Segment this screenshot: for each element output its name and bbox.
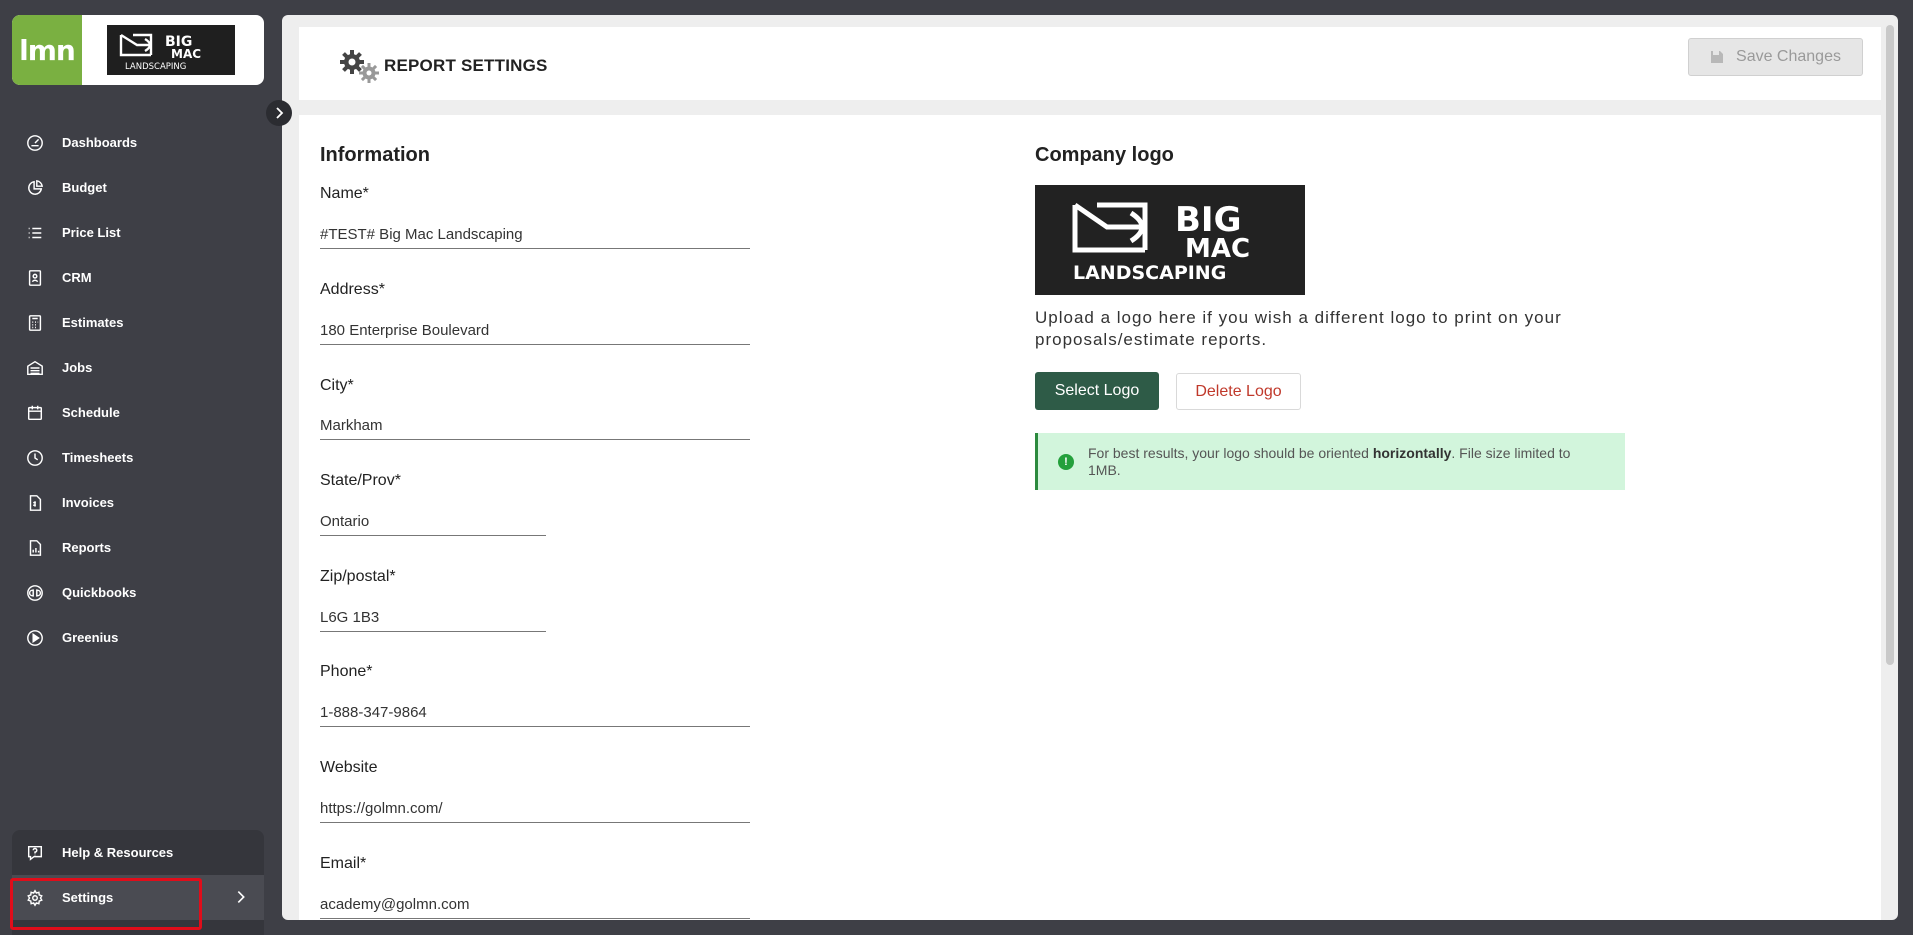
calendar-icon bbox=[26, 404, 44, 422]
report-icon bbox=[26, 539, 44, 557]
email-field[interactable] bbox=[320, 891, 750, 919]
sidebar-nav: Dashboards Budget Price List CRM Estimat… bbox=[0, 120, 264, 660]
sidebar-item-label: Settings bbox=[62, 890, 114, 905]
name-label: Name* bbox=[320, 185, 369, 202]
page-header: REPORT SETTINGS Save Changes bbox=[299, 27, 1881, 100]
logo-text-mac: MAC bbox=[1185, 234, 1250, 264]
client-logo-line-2: MAC bbox=[171, 47, 201, 61]
sidebar-item-label: CRM bbox=[62, 270, 92, 285]
chevron-right-icon bbox=[276, 107, 284, 119]
sidebar-item-label: Quickbooks bbox=[62, 585, 137, 600]
city-label: City* bbox=[320, 377, 354, 394]
lmn-logo: lmn bbox=[12, 15, 82, 85]
sidebar-item-label: Estimates bbox=[62, 315, 124, 330]
sidebar-item-label: Budget bbox=[62, 180, 107, 195]
sidebar-item-help[interactable]: Help & Resources bbox=[12, 830, 264, 875]
select-logo-label: Select Logo bbox=[1054, 382, 1140, 399]
logo-info-alert: ! For best results, your logo should be … bbox=[1035, 433, 1625, 490]
city-field[interactable] bbox=[320, 412, 750, 440]
sidebar-item-label: Jobs bbox=[62, 360, 93, 375]
garage-icon bbox=[26, 359, 44, 377]
alert-text-pre: For best results, your logo should be or… bbox=[1088, 444, 1373, 461]
sidebar-item-timesheets[interactable]: Timesheets bbox=[0, 435, 264, 480]
help-icon bbox=[26, 844, 44, 862]
main-panel: REPORT SETTINGS Save Changes Information… bbox=[282, 15, 1898, 920]
save-icon bbox=[1711, 51, 1724, 63]
sidebar-item-estimates[interactable]: Estimates bbox=[0, 300, 264, 345]
sidebar-item-label: Reports bbox=[62, 540, 112, 555]
client-logo: BIG MAC LANDSCAPING bbox=[107, 25, 235, 75]
company-logo-title: Company logo bbox=[1035, 144, 1174, 166]
calculator-icon bbox=[26, 314, 44, 332]
phone-label: Phone* bbox=[320, 663, 373, 680]
report-settings-form: Information Name* Address* City* State/P… bbox=[299, 115, 1881, 920]
list-icon bbox=[26, 224, 44, 242]
lmn-logo-text: lmn bbox=[19, 33, 76, 67]
page-title: REPORT SETTINGS bbox=[384, 56, 548, 75]
name-field[interactable] bbox=[320, 221, 750, 249]
sidebar-item-dashboards[interactable]: Dashboards bbox=[0, 120, 264, 165]
zip-field[interactable] bbox=[320, 604, 546, 632]
settings-gears-icon bbox=[340, 50, 379, 83]
sidebar-item-greenius[interactable]: Greenius bbox=[0, 615, 264, 660]
alert-text: For best results, your logo should be or… bbox=[1088, 445, 1588, 479]
sidebar-collapse-toggle[interactable] bbox=[266, 100, 292, 126]
state-label: State/Prov* bbox=[320, 472, 401, 489]
client-logo-line-3: LANDSCAPING bbox=[125, 62, 186, 72]
sidebar-item-label: Schedule bbox=[62, 405, 120, 420]
chevron-right-icon bbox=[232, 888, 250, 906]
sidebar-item-schedule[interactable]: Schedule bbox=[0, 390, 264, 435]
phone-field[interactable] bbox=[320, 699, 750, 727]
sidebar-item-price-list[interactable]: Price List bbox=[0, 210, 264, 255]
sidebar-item-settings[interactable]: Settings bbox=[12, 875, 264, 920]
sidebar-item-label: Dashboards bbox=[62, 135, 138, 150]
contact-card-icon bbox=[26, 269, 44, 287]
address-label: Address* bbox=[320, 281, 385, 298]
pie-chart-icon bbox=[26, 179, 44, 197]
sidebar-item-quickbooks[interactable]: Quickbooks bbox=[0, 570, 264, 615]
play-circle-icon bbox=[26, 629, 44, 647]
address-field[interactable] bbox=[320, 317, 750, 345]
sidebar-item-label: Invoices bbox=[62, 495, 115, 510]
clock-icon bbox=[26, 449, 44, 467]
sidebar-item-label: Timesheets bbox=[62, 450, 134, 465]
logo-text-landscaping: LANDSCAPING bbox=[1073, 262, 1226, 284]
save-changes-button[interactable]: Save Changes bbox=[1688, 38, 1863, 76]
sidebar-item-budget[interactable]: Budget bbox=[0, 165, 264, 210]
dashboard-icon bbox=[26, 134, 44, 152]
brand-header[interactable]: lmn BIG MAC LANDSCAPING bbox=[12, 15, 264, 85]
sidebar-item-label: Greenius bbox=[62, 630, 119, 645]
zip-label: Zip/postal* bbox=[320, 568, 396, 585]
sidebar-item-jobs[interactable]: Jobs bbox=[0, 345, 264, 390]
sidebar: lmn BIG MAC LANDSCAPING Dashboards Budge… bbox=[0, 0, 282, 935]
sidebar-item-crm[interactable]: CRM bbox=[0, 255, 264, 300]
sidebar-item-reports[interactable]: Reports bbox=[0, 525, 264, 570]
alert-text-bold: horizontally bbox=[1372, 444, 1452, 461]
info-circle-icon: ! bbox=[1058, 453, 1074, 470]
sidebar-item-invoices[interactable]: Invoices bbox=[0, 480, 264, 525]
sidebar-item-label: Price List bbox=[62, 225, 121, 240]
email-label: Email* bbox=[320, 855, 367, 872]
information-title: Information bbox=[320, 144, 430, 166]
invoice-icon bbox=[26, 494, 44, 512]
quickbooks-icon bbox=[26, 584, 44, 602]
state-field[interactable] bbox=[320, 508, 546, 536]
gear-icon bbox=[26, 888, 44, 907]
select-logo-button[interactable]: Select Logo bbox=[1035, 372, 1159, 410]
save-changes-label: Save Changes bbox=[1736, 48, 1841, 65]
delete-logo-button[interactable]: Delete Logo bbox=[1176, 373, 1301, 410]
website-label: Website bbox=[320, 759, 378, 776]
delete-logo-label: Delete Logo bbox=[1195, 382, 1282, 400]
page-scrollbar[interactable] bbox=[1886, 25, 1894, 665]
website-field[interactable] bbox=[320, 795, 750, 823]
logo-description: Upload a logo here if you wish a differe… bbox=[1035, 308, 1562, 349]
company-logo-preview: BIG MAC LANDSCAPING bbox=[1035, 185, 1305, 295]
sidebar-item-label: Help & Resources bbox=[62, 845, 174, 860]
sidebar-bottom-panel: Help & Resources Settings bbox=[12, 830, 264, 935]
